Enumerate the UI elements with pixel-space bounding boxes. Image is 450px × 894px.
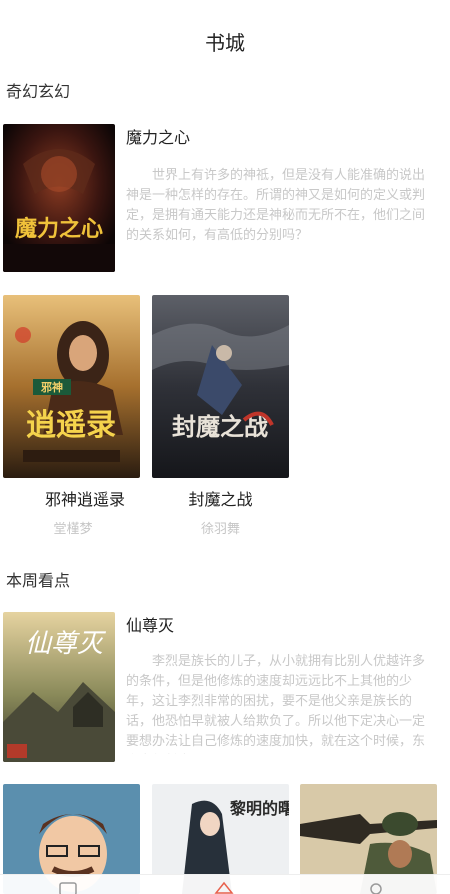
book-title-grid-2[interactable]: 封魔之战 bbox=[152, 486, 289, 510]
cover-illustration: 邪神 逍遥录 bbox=[3, 295, 140, 478]
bottom-tab-bar bbox=[0, 874, 450, 894]
book-description-featured-1: 世界上有许多的神祗，但是没有人能准确的说出神是一种怎样的存在。所谓的神又是如何的… bbox=[126, 168, 426, 243]
svg-text:黎明的曙: 黎明的曙 bbox=[230, 799, 289, 818]
tab-bookshelf-icon[interactable] bbox=[56, 880, 80, 894]
book-title-featured-2[interactable]: 仙尊灭 bbox=[126, 612, 174, 636]
book-cover-featured-2[interactable]: 仙尊灭 bbox=[3, 612, 115, 762]
svg-text:魔力之心: 魔力之心 bbox=[15, 216, 103, 242]
book-title-featured-1[interactable]: 魔力之心 bbox=[126, 124, 190, 148]
book-description-featured-2: 李烈是族长的儿子，从小就拥有比别人优越许多的条件，但是他修炼的速度却远远比不上其… bbox=[126, 654, 426, 749]
page-title: 书城 bbox=[205, 30, 245, 55]
tab-profile-icon[interactable] bbox=[364, 880, 388, 894]
cover-illustration: 仙尊灭 bbox=[3, 612, 115, 762]
book-cover-grid-1[interactable]: 邪神 逍遥录 bbox=[3, 295, 140, 478]
cover-illustration: 魔力之心 bbox=[3, 124, 115, 272]
svg-text:邪神: 邪神 bbox=[40, 380, 63, 394]
book-author-grid-2: 徐羽舞 bbox=[200, 522, 240, 537]
book-author-grid-1: 堂槿梦 bbox=[53, 522, 93, 537]
section-title-fantasy: 奇幻玄幻 bbox=[6, 82, 71, 101]
section-title-weekly: 本周看点 bbox=[6, 571, 71, 590]
tab-store-icon[interactable] bbox=[212, 880, 236, 894]
svg-text:逍遥录: 逍遥录 bbox=[26, 408, 116, 443]
cover-illustration: 封魔之战 bbox=[152, 295, 289, 478]
app-header: 书城 bbox=[0, 0, 450, 80]
book-cover-grid-2[interactable]: 封魔之战 bbox=[152, 295, 289, 478]
book-cover-featured-1[interactable]: 魔力之心 bbox=[3, 124, 115, 272]
book-title-grid-1[interactable]: 邪神逍遥录 bbox=[3, 486, 167, 510]
svg-text:仙尊灭: 仙尊灭 bbox=[25, 629, 107, 659]
